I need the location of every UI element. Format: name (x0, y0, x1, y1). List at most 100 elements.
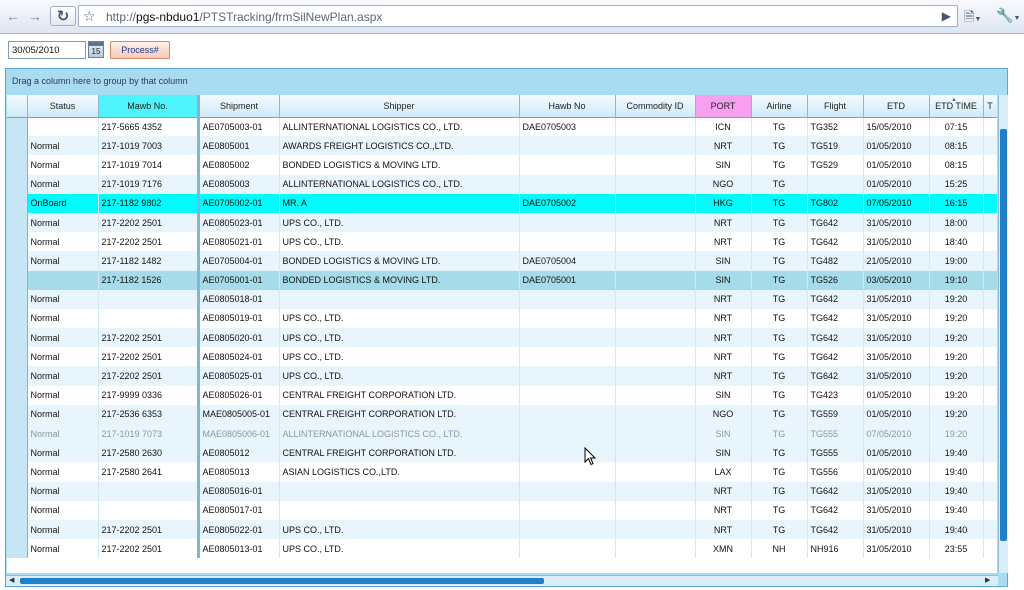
row-indicator[interactable] (7, 136, 28, 156)
cell-port[interactable]: NRT (695, 136, 752, 156)
row-indicator[interactable] (7, 232, 28, 252)
cell-flight[interactable]: TG559 (807, 404, 864, 424)
cell-airline[interactable]: TG (751, 308, 808, 329)
table-row[interactable]: Normal 217-9999 0336 AE0805026-01 CENTRAL F… (7, 385, 997, 405)
cell-hawb[interactable]: DAE0705001 (519, 270, 616, 290)
table-row[interactable]: Normal 217-1019 7003 AE0805001 AWARDS FREIG… (7, 136, 997, 156)
cell-etd[interactable]: 01/05/2010 (863, 404, 930, 424)
cell-etd[interactable]: 31/05/2010 (863, 366, 930, 386)
cell-port[interactable]: NRT (695, 212, 752, 233)
cell-status[interactable]: Normal (27, 174, 99, 194)
cell-hawb[interactable]: DAE0705004 (519, 251, 616, 271)
cell-hawb[interactable]: DAE0705002 (519, 193, 616, 213)
cell-t[interactable] (983, 174, 997, 194)
row-indicator[interactable] (7, 481, 28, 501)
row-indicator[interactable] (7, 289, 28, 309)
column-header-airline[interactable]: Airline (751, 95, 808, 118)
cell-shipper[interactable] (279, 481, 520, 501)
cell-etd[interactable]: 01/05/2010 (863, 155, 930, 175)
cell-t[interactable] (983, 232, 997, 252)
cell-t[interactable] (983, 385, 997, 405)
cell-shipment[interactable]: AE0805012 (198, 443, 280, 463)
horizontal-scroll-thumb[interactable] (20, 578, 544, 584)
cell-commodity[interactable] (615, 193, 696, 213)
cell-mawb[interactable]: 217-2202 2501 (98, 212, 200, 233)
table-row[interactable]: Normal 217-1019 7073 MAE0805006-01 ALLINTER… (7, 424, 997, 444)
table-row[interactable]: 217-1182 1526 AE0705001-01 BONDED LOGISTIC… (7, 270, 997, 290)
cell-mawb[interactable]: 217-1019 7176 (98, 174, 200, 194)
row-indicator[interactable] (7, 347, 28, 367)
cell-mawb[interactable]: 217-5665 4352 (98, 117, 200, 137)
cell-shipper[interactable]: ALLINTERNATIONAL LOGISTICS CO., LTD. (279, 424, 520, 444)
reload-icon[interactable]: ↻ (50, 6, 76, 26)
cell-status[interactable]: Normal (27, 500, 99, 520)
cell-etd[interactable]: 31/05/2010 (863, 328, 930, 348)
cell-shipment[interactable]: MAE0805005-01 (198, 404, 280, 424)
cell-etd[interactable]: 31/05/2010 (863, 212, 930, 233)
cell-etd[interactable]: 31/05/2010 (863, 519, 930, 540)
cell-mawb[interactable]: 217-2580 2641 (98, 462, 200, 482)
cell-commodity[interactable] (615, 385, 696, 405)
cell-port[interactable]: HKG (695, 193, 752, 213)
cell-shipment[interactable]: AE0805013-01 (198, 539, 280, 559)
row-indicator[interactable] (7, 462, 28, 482)
row-indicator[interactable] (7, 212, 28, 233)
cell-hawb[interactable] (519, 366, 616, 386)
cell-flight[interactable]: TG642 (807, 347, 864, 367)
row-indicator[interactable] (7, 366, 28, 386)
cell-t[interactable] (983, 500, 997, 520)
cell-etd-time[interactable]: 19:20 (929, 366, 984, 386)
cell-etd[interactable]: 31/05/2010 (863, 308, 930, 329)
cell-flight[interactable]: TG642 (807, 519, 864, 540)
cell-port[interactable]: NRT (695, 366, 752, 386)
cell-hawb[interactable] (519, 385, 616, 405)
cell-flight[interactable]: TG642 (807, 232, 864, 252)
scroll-left-icon[interactable]: ◀ (9, 576, 14, 586)
row-indicator[interactable] (7, 424, 28, 444)
cell-shipper[interactable]: UPS CO., LTD. (279, 328, 520, 348)
cell-commodity[interactable] (615, 212, 696, 233)
cell-commodity[interactable] (615, 289, 696, 309)
cell-commodity[interactable] (615, 270, 696, 290)
cell-commodity[interactable] (615, 347, 696, 367)
row-indicator[interactable] (7, 270, 28, 290)
cell-status[interactable]: Normal (27, 136, 99, 156)
cell-mawb[interactable]: 217-2202 2501 (98, 232, 200, 252)
cell-port[interactable]: NGO (695, 404, 752, 424)
cell-etd-time[interactable]: 19:20 (929, 385, 984, 405)
cell-shipper[interactable]: BONDED LOGISTICS & MOVING LTD. (279, 270, 520, 290)
cell-flight[interactable]: TG642 (807, 500, 864, 520)
cell-commodity[interactable] (615, 404, 696, 424)
cell-airline[interactable]: NH (751, 539, 808, 559)
cell-airline[interactable]: TG (751, 347, 808, 367)
cell-status[interactable]: OnBoard (27, 193, 99, 213)
cell-status[interactable]: Normal (27, 462, 99, 482)
cell-status[interactable]: Normal (27, 519, 99, 540)
cell-hawb[interactable] (519, 443, 616, 463)
cell-port[interactable]: LAX (695, 462, 752, 482)
cell-shipment[interactable]: AE0805020-01 (198, 328, 280, 348)
cell-mawb[interactable]: 217-2202 2501 (98, 328, 200, 348)
cell-flight[interactable]: TG556 (807, 462, 864, 482)
cell-t[interactable] (983, 366, 997, 386)
cell-hawb[interactable] (519, 424, 616, 444)
cell-hawb[interactable] (519, 136, 616, 156)
cell-hawb[interactable] (519, 539, 616, 559)
cell-shipment[interactable]: AE0805022-01 (198, 519, 280, 540)
cell-port[interactable]: XMN (695, 539, 752, 559)
cell-flight[interactable]: TG642 (807, 481, 864, 501)
cell-etd[interactable]: 01/05/2010 (863, 136, 930, 156)
cell-etd[interactable]: 31/05/2010 (863, 232, 930, 252)
cell-t[interactable] (983, 270, 997, 290)
column-header-flight[interactable]: Flight (807, 95, 864, 118)
date-input[interactable]: 30/05/2010 (8, 41, 86, 59)
column-header-mawb[interactable]: Mawb No. (98, 95, 200, 118)
cell-t[interactable] (983, 193, 997, 213)
cell-airline[interactable]: TG (751, 232, 808, 252)
cell-hawb[interactable] (519, 328, 616, 348)
cell-t[interactable] (983, 308, 997, 329)
cell-flight[interactable]: TG526 (807, 270, 864, 290)
column-header-commodity[interactable]: Commodity ID (615, 95, 696, 118)
table-row[interactable]: Normal AE0805016-01 NRT TG TG642 31/05/2010 19… (7, 481, 997, 501)
cell-etd-time[interactable]: 19:20 (929, 328, 984, 348)
